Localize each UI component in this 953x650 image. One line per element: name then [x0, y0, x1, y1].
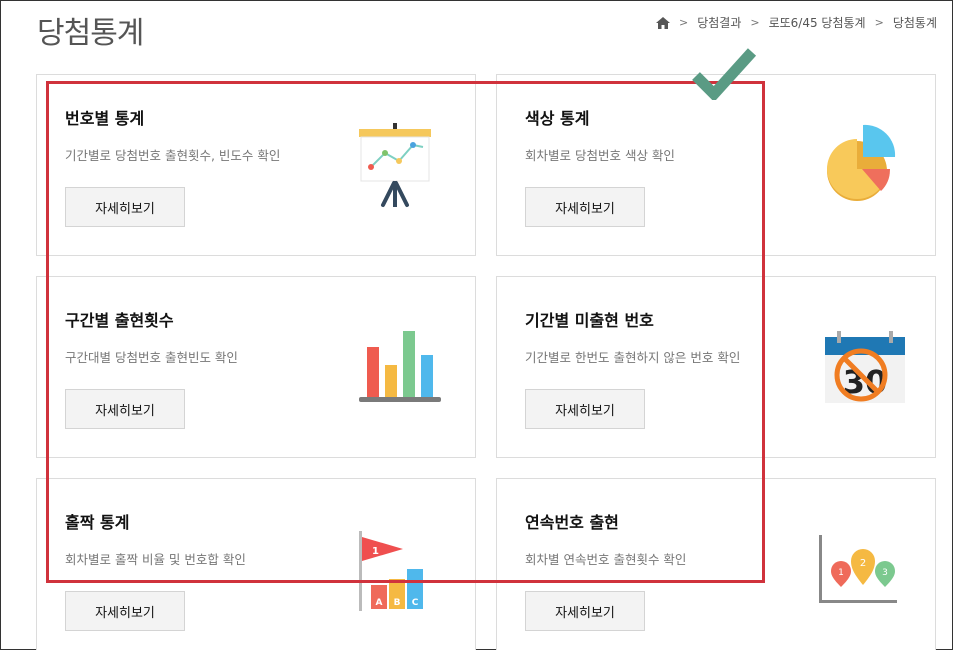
map-pins-chart-icon: 1 2 3: [819, 535, 897, 603]
page-title: 당첨통계: [37, 16, 144, 51]
chevron-right-icon: >: [750, 16, 760, 29]
card-title: 색상 통계: [525, 109, 590, 128]
presentation-chart-icon: [359, 123, 431, 207]
card-odd-even-stats: 홀짝 통계 회차별로 홀짝 비율 및 번호합 확인 자세히보기 1 A B C: [36, 478, 476, 650]
details-button[interactable]: 자세히보기: [65, 187, 185, 227]
check-icon: [692, 48, 756, 100]
card-title: 구간별 출현횟수: [65, 311, 174, 330]
card-color-stats: 색상 통계 회차별로 당첨번호 색상 확인 자세히보기: [496, 74, 936, 256]
details-button[interactable]: 자세히보기: [65, 591, 185, 631]
card-title: 홀짝 통계: [65, 513, 130, 532]
card-number-stats: 번호별 통계 기간별로 당첨번호 출현횟수, 빈도수 확인 자세히보기: [36, 74, 476, 256]
pin-label: 2: [860, 558, 866, 569]
pin-label: 3: [882, 568, 888, 578]
breadcrumb-item-lotto-stats[interactable]: 로또6/45 당첨통계: [769, 14, 866, 31]
card-title: 연속번호 출현: [525, 513, 619, 532]
card-description: 회차별로 홀짝 비율 및 번호합 확인: [65, 552, 246, 567]
breadcrumb-item-results[interactable]: 당첨결과: [697, 14, 741, 31]
details-button[interactable]: 자세히보기: [525, 187, 645, 227]
block-label: C: [412, 598, 419, 608]
block-label: A: [376, 598, 383, 608]
flag-number: 1: [372, 546, 379, 557]
calendar-no-icon: 30: [825, 331, 905, 403]
flag-blocks-icon: 1 A B C: [359, 531, 423, 611]
pie-chart-icon: [827, 124, 896, 201]
details-button[interactable]: 자세히보기: [65, 389, 185, 429]
details-button[interactable]: 자세히보기: [525, 389, 645, 429]
bar-chart-icon: [359, 331, 441, 402]
block-label: B: [394, 598, 401, 608]
card-consecutive-numbers: 연속번호 출현 회차별 연속번호 출현횟수 확인 자세히보기 1 2 3: [496, 478, 936, 650]
card-unappeared-numbers: 기간별 미출현 번호 기간별로 한번도 출현하지 않은 번호 확인 자세히보기 …: [496, 276, 936, 458]
card-description: 기간별로 한번도 출현하지 않은 번호 확인: [525, 350, 741, 365]
home-icon[interactable]: [655, 16, 670, 29]
card-title: 기간별 미출현 번호: [525, 311, 654, 330]
card-description: 회차별로 당첨번호 색상 확인: [525, 148, 675, 163]
breadcrumb: > 당첨결과 > 로또6/45 당첨통계 > 당첨통계: [655, 14, 937, 31]
card-title: 번호별 통계: [65, 109, 145, 128]
chevron-right-icon: >: [678, 16, 689, 29]
details-button[interactable]: 자세히보기: [525, 591, 645, 631]
breadcrumb-item-current: 당첨통계: [892, 16, 937, 30]
card-description: 기간별로 당첨번호 출현횟수, 빈도수 확인: [65, 148, 281, 163]
pin-label: 1: [838, 568, 844, 578]
chevron-right-icon: >: [874, 16, 884, 29]
card-range-frequency: 구간별 출현횟수 구간대별 당첨번호 출현빈도 확인 자세히보기: [36, 276, 476, 458]
card-description: 회차별 연속번호 출현횟수 확인: [525, 552, 687, 567]
card-description: 구간대별 당첨번호 출현빈도 확인: [65, 350, 238, 365]
